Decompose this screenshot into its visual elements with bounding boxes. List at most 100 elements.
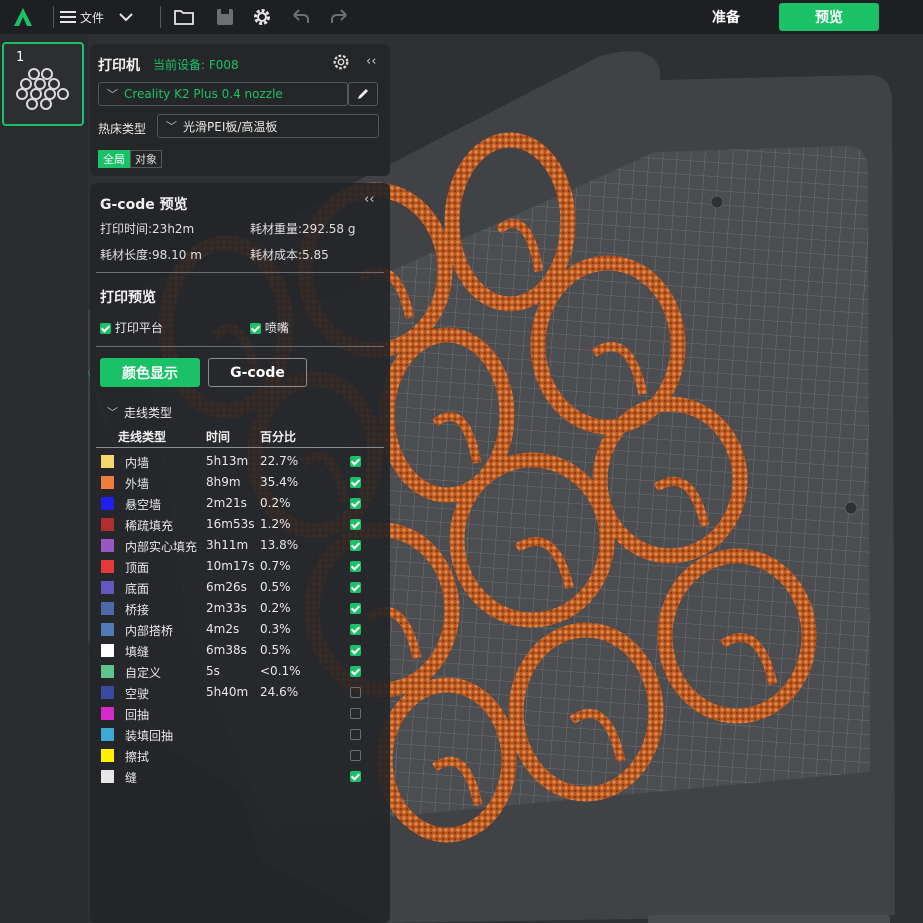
redo-icon[interactable]	[330, 7, 350, 27]
bottom-toolbar-edge	[648, 915, 890, 923]
legend-percent: 24.6%	[260, 685, 299, 699]
legend-row[interactable]: 缝	[90, 766, 390, 787]
visibility-checkbox[interactable]	[350, 540, 361, 551]
legend-time: 10m17s	[206, 559, 255, 573]
settings-icon[interactable]	[252, 7, 272, 27]
color-swatch	[101, 581, 114, 594]
legend-row[interactable]: 外墙 8h9m 35.4%	[90, 472, 390, 493]
save-icon[interactable]	[215, 7, 235, 27]
color-swatch	[101, 749, 114, 762]
printer-select[interactable]: ﹀ Creality K2 Plus 0.4 nozzle	[98, 82, 348, 106]
show-plate-toggle[interactable]: 打印平台	[100, 319, 163, 336]
legend-time: 5h40m	[206, 685, 249, 699]
collapse-icon[interactable]: ‹‹	[366, 54, 376, 69]
legend-name: 外墙	[125, 477, 150, 491]
legend-name: 内墙	[125, 456, 150, 470]
legend-row[interactable]: 悬空墙 2m21s 0.2%	[90, 493, 390, 514]
app-logo-icon[interactable]	[12, 6, 34, 28]
visibility-checkbox[interactable]	[350, 624, 361, 635]
legend-row[interactable]: 底面 6m26s 0.5%	[90, 577, 390, 598]
visibility-checkbox[interactable]	[350, 729, 361, 740]
legend-name: 自定义	[125, 666, 162, 680]
tab-global[interactable]: 全局	[98, 150, 130, 168]
visibility-checkbox[interactable]	[350, 603, 361, 614]
edit-printer-button[interactable]	[348, 82, 378, 106]
filament-cost: 耗材成本:5.85	[250, 248, 329, 262]
file-menu-button[interactable]: 文件	[60, 7, 134, 27]
collapse-icon[interactable]: ‹‹	[364, 192, 374, 207]
visibility-checkbox[interactable]	[350, 645, 361, 656]
legend-row[interactable]: 填缝 6m38s 0.5%	[90, 640, 390, 661]
color-swatch	[101, 623, 114, 636]
legend-percent: 0.2%	[260, 601, 291, 615]
gear-icon[interactable]	[332, 53, 350, 71]
tab-object[interactable]: 对象	[130, 150, 162, 168]
visibility-checkbox[interactable]	[350, 498, 361, 509]
divider	[96, 447, 384, 448]
legend-time: 5h13m	[206, 454, 249, 468]
legend-row[interactable]: 内墙 5h13m 22.7%	[90, 451, 390, 472]
checkbox[interactable]	[250, 323, 261, 334]
menu-icon	[60, 11, 76, 23]
legend-name: 悬空墙	[125, 498, 162, 512]
legend-row[interactable]: 回抽	[90, 703, 390, 724]
legend-name: 顶面	[125, 561, 150, 575]
legend-percent: 0.2%	[260, 496, 291, 510]
visibility-checkbox[interactable]	[350, 750, 361, 761]
open-folder-icon[interactable]	[174, 7, 194, 27]
print-time: 打印时间:23h2m	[100, 222, 195, 236]
chevron-down-icon: ﹀	[107, 406, 118, 419]
undo-icon[interactable]	[290, 7, 310, 27]
visibility-checkbox[interactable]	[350, 771, 361, 782]
preview-tab[interactable]: 预览	[779, 3, 879, 31]
legend-row[interactable]: 自定义 5s <0.1%	[90, 661, 390, 682]
bed-type-select[interactable]: ﹀ 光滑PEI板/高温板	[157, 114, 379, 138]
legend-row[interactable]: 顶面 10m17s 0.7%	[90, 556, 390, 577]
view-type-select[interactable]: ﹀ 走线类型	[98, 401, 248, 423]
chevron-down-icon: ﹀	[107, 88, 118, 101]
legend-percent: 0.5%	[260, 643, 291, 657]
legend-row[interactable]: 稀疏填充 16m53s 1.2%	[90, 514, 390, 535]
color-swatch	[101, 455, 114, 468]
checkbox[interactable]	[100, 323, 111, 334]
plate-thumbnail[interactable]: 1	[2, 42, 84, 126]
visibility-checkbox[interactable]	[350, 519, 361, 530]
filament-length: 耗材长度:98.10 m	[100, 248, 202, 262]
legend-column-time: 时间	[206, 430, 231, 444]
print-preview-title: 打印预览	[100, 290, 156, 306]
bed-type-label: 热床类型	[98, 122, 147, 136]
legend-row[interactable]: 装填回抽	[90, 724, 390, 745]
visibility-checkbox[interactable]	[350, 456, 361, 467]
visibility-checkbox[interactable]	[350, 687, 361, 698]
legend-row[interactable]: 内部实心填充 3h11m 13.8%	[90, 535, 390, 556]
visibility-checkbox[interactable]	[350, 477, 361, 488]
divider	[96, 346, 384, 347]
prepare-tab[interactable]: 准备	[696, 3, 756, 31]
chevron-down-icon: ﹀	[166, 120, 177, 133]
legend-row[interactable]: 桥接 2m33s 0.2%	[90, 598, 390, 619]
color-swatch	[101, 560, 114, 573]
legend-row[interactable]: 空驶 5h40m 24.6%	[90, 682, 390, 703]
legend-time: 2m33s	[206, 601, 247, 615]
legend-name: 擦拭	[125, 750, 150, 764]
printer-title: 打印机	[98, 58, 140, 74]
plate-preview-image	[16, 68, 69, 110]
gcode-preview-panel: G-code 预览 ‹‹ 打印时间:23h2m 耗材重量:292.58 g 耗材…	[90, 183, 390, 923]
gcode-view-button[interactable]: G-code	[208, 358, 307, 387]
gcode-title: G-code 预览	[100, 197, 188, 213]
plate-number: 1	[16, 50, 25, 65]
color-display-button[interactable]: 颜色显示	[100, 358, 200, 387]
legend-row[interactable]: 内部搭桥 4m2s 0.3%	[90, 619, 390, 640]
legend-name: 内部实心填充	[125, 540, 198, 554]
color-swatch	[101, 665, 114, 678]
file-menu-label: 文件	[80, 10, 105, 25]
visibility-checkbox[interactable]	[350, 666, 361, 677]
legend-row[interactable]: 擦拭	[90, 745, 390, 766]
visibility-checkbox[interactable]	[350, 561, 361, 572]
visibility-checkbox[interactable]	[350, 582, 361, 593]
legend-percent: 0.3%	[260, 622, 291, 636]
show-nozzle-toggle[interactable]: 喷嘴	[250, 319, 289, 336]
visibility-checkbox[interactable]	[350, 708, 361, 719]
toolbar-separator	[160, 6, 161, 28]
color-swatch	[101, 476, 114, 489]
